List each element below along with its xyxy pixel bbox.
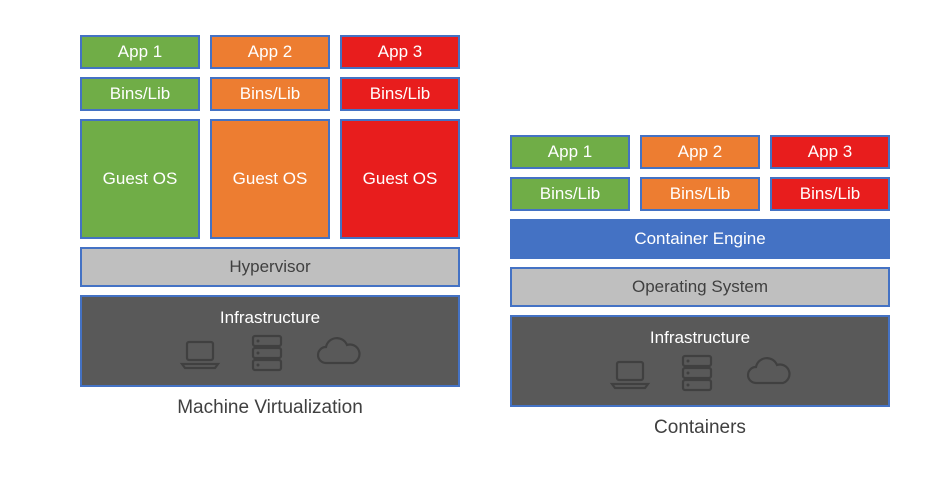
container-bins-3: Bins/Lib (770, 177, 890, 211)
container-infrastructure-label: Infrastructure (650, 328, 750, 348)
container-apps-row: App 1 App 2 App 3 (510, 135, 890, 169)
vm-guest-os-2: Guest OS (210, 119, 330, 239)
vm-infrastructure-layer: Infrastructure (80, 295, 460, 387)
laptop-icon (607, 358, 653, 390)
container-bins-row: Bins/Lib Bins/Lib Bins/Lib (510, 177, 890, 211)
vm-apps-row: App 1 App 2 App 3 (80, 35, 460, 69)
server-icon (679, 354, 715, 394)
vm-guest-os-3: Guest OS (340, 119, 460, 239)
vm-guest-os-1: Guest OS (80, 119, 200, 239)
vm-bins-row: Bins/Lib Bins/Lib Bins/Lib (80, 77, 460, 111)
machine-virtualization-stack: App 1 App 2 App 3 Bins/Lib Bins/Lib Bins… (80, 35, 460, 439)
laptop-icon (177, 338, 223, 370)
container-caption: Containers (510, 417, 890, 439)
vm-guest-row: Guest OS Guest OS Guest OS (80, 119, 460, 239)
container-bins-2: Bins/Lib (640, 177, 760, 211)
vm-infra-icons (177, 334, 363, 374)
vm-bins-1: Bins/Lib (80, 77, 200, 111)
vm-caption: Machine Virtualization (80, 397, 460, 419)
cloud-icon (311, 337, 363, 371)
container-app-3: App 3 (770, 135, 890, 169)
vm-bins-3: Bins/Lib (340, 77, 460, 111)
container-app-2: App 2 (640, 135, 760, 169)
vm-app-2: App 2 (210, 35, 330, 69)
container-app-1: App 1 (510, 135, 630, 169)
hypervisor-layer: Hypervisor (80, 247, 460, 287)
vm-app-1: App 1 (80, 35, 200, 69)
cloud-icon (741, 357, 793, 391)
vm-app-3: App 3 (340, 35, 460, 69)
operating-system-layer: Operating System (510, 267, 890, 307)
containers-stack: App 1 App 2 App 3 Bins/Lib Bins/Lib Bins… (510, 35, 890, 439)
container-bins-1: Bins/Lib (510, 177, 630, 211)
vm-infrastructure-label: Infrastructure (220, 308, 320, 328)
container-infra-icons (607, 354, 793, 394)
container-infrastructure-layer: Infrastructure (510, 315, 890, 407)
virtualization-vs-containers-diagram: App 1 App 2 App 3 Bins/Lib Bins/Lib Bins… (0, 0, 935, 459)
vm-bins-2: Bins/Lib (210, 77, 330, 111)
container-engine-layer: Container Engine (510, 219, 890, 259)
server-icon (249, 334, 285, 374)
